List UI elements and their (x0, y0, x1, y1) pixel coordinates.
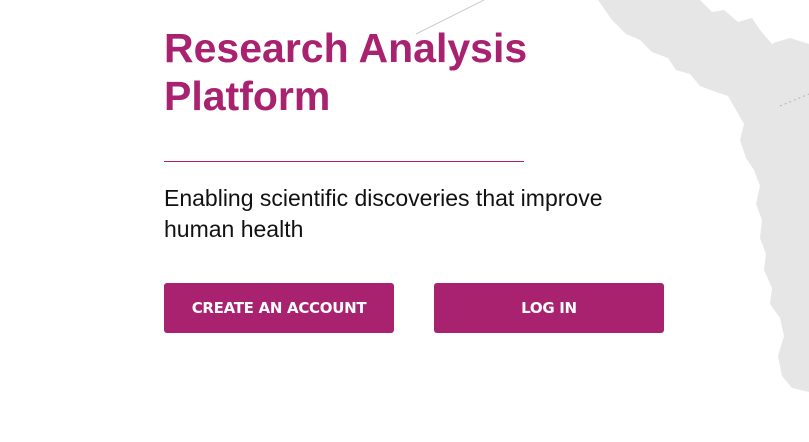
login-button[interactable]: LOG IN (434, 283, 664, 333)
hero-section: Research Analysis Platform Enabling scie… (164, 24, 724, 333)
page-title: Research Analysis Platform (164, 25, 528, 119)
title-divider (164, 161, 524, 162)
tagline: Enabling scientific discoveries that imp… (164, 185, 603, 242)
landing-page: Research Analysis Platform Enabling scie… (0, 0, 809, 442)
create-account-button[interactable]: CREATE AN ACCOUNT (164, 283, 394, 333)
action-buttons: CREATE AN ACCOUNT LOG IN (164, 283, 664, 333)
